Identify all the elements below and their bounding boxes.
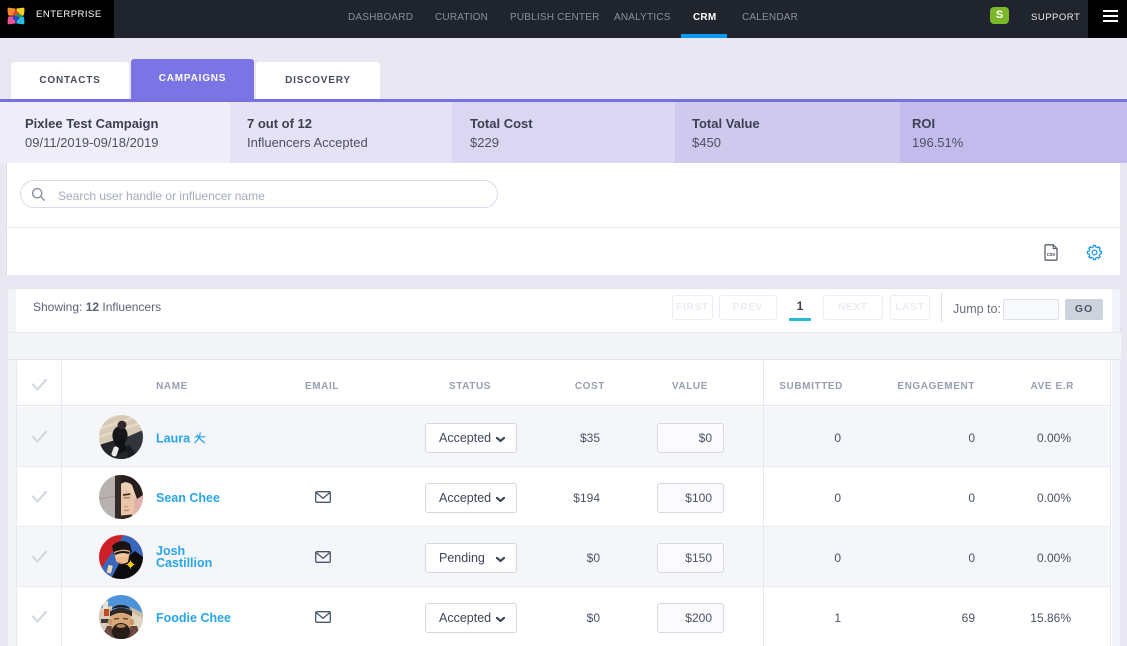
svg-text:CSV: CSV	[1047, 252, 1056, 257]
